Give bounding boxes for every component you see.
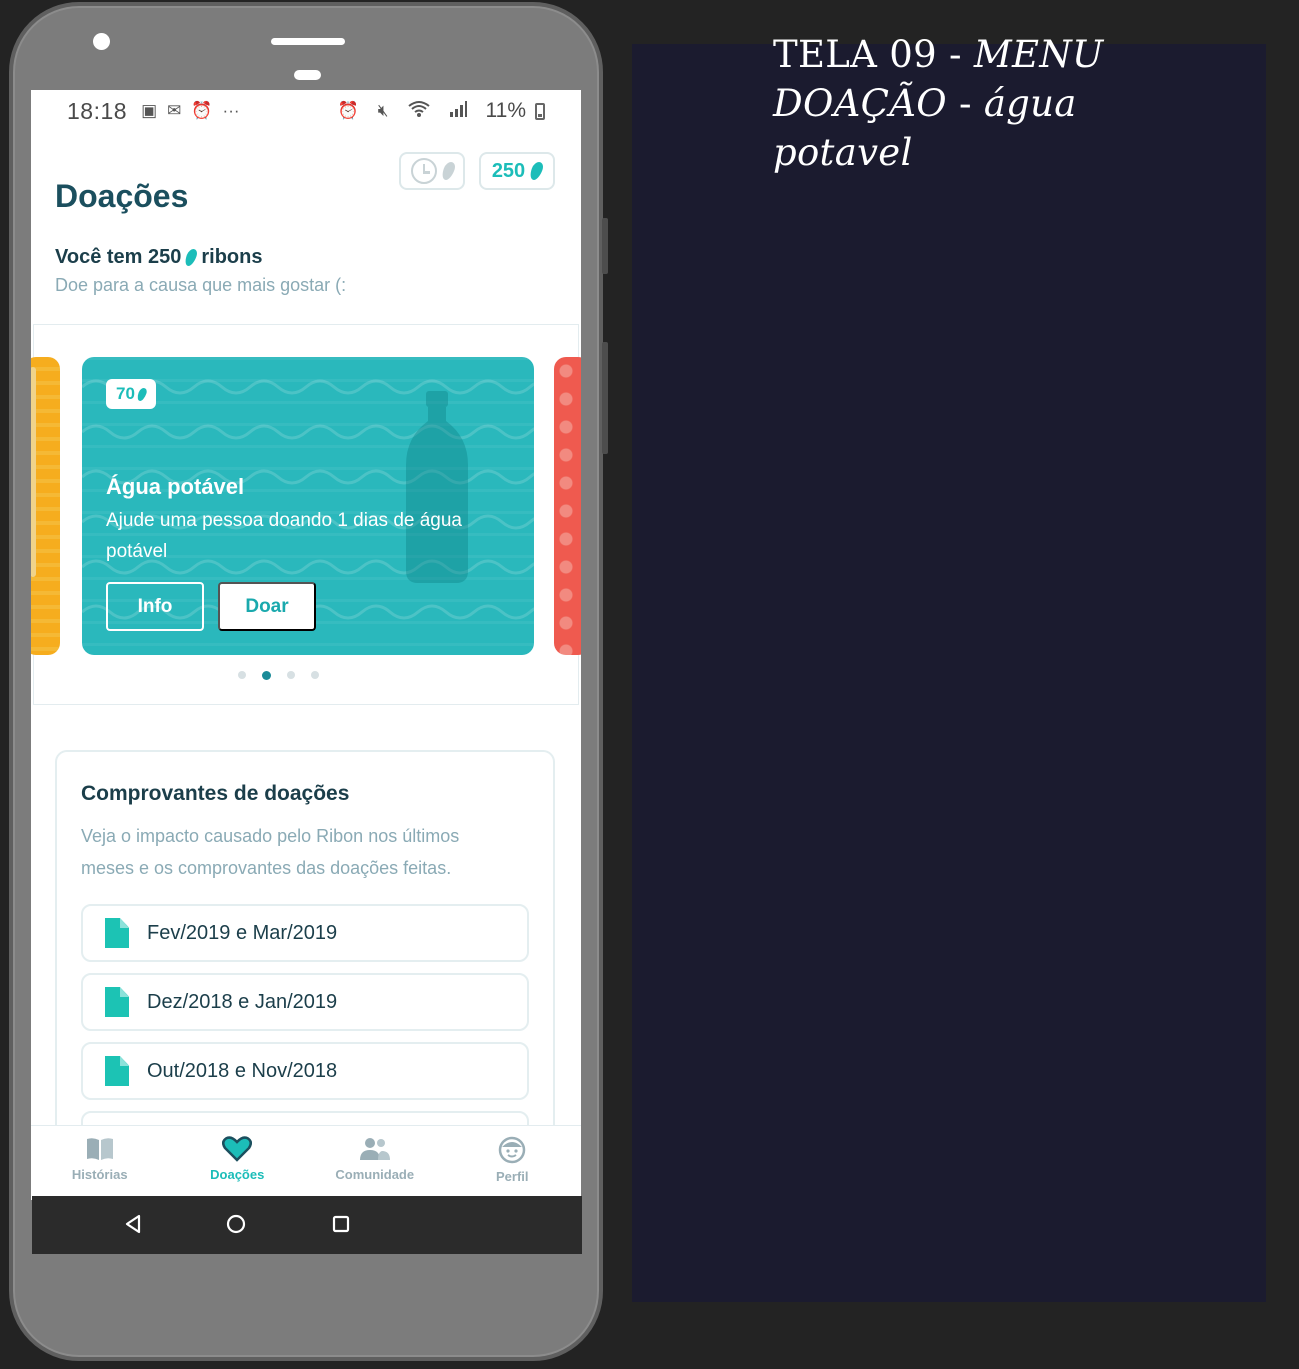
receipts-description: Veja o impacto causado pelo Ribon nos úl… [81, 826, 460, 878]
presentation-panel [632, 44, 1266, 1302]
cause-card-water[interactable]: 70 Água potável Ajude uma pessoa doando … [82, 357, 534, 655]
page-title: Doações [55, 178, 189, 214]
receipts-title: Comprovantes de doações [81, 782, 350, 805]
bottom-navigation: Histórias Doações Comunidade Perfil [31, 1125, 581, 1200]
alarm-icon: ⏰ [191, 101, 213, 120]
mute-icon: 🔇︎ [377, 101, 389, 120]
receipt-period: Fev/2019 e Mar/2019 [147, 921, 338, 944]
page-dot[interactable] [286, 671, 295, 679]
recents-icon[interactable] [332, 1214, 350, 1234]
donate-button[interactable]: Doar [218, 582, 316, 631]
proximity-sensor [294, 70, 321, 80]
page-dot[interactable] [310, 671, 319, 679]
caption-screen-number: TELA 09 - [773, 33, 974, 76]
receipt-item[interactable]: Dez/2018 e Jan/2019 [81, 973, 529, 1031]
earpiece-speaker [271, 38, 345, 45]
power-button [602, 342, 608, 454]
ribbon-icon [135, 387, 149, 401]
ribbon-icon [183, 248, 200, 267]
nav-comunidade[interactable]: Comunidade [306, 1126, 444, 1200]
status-bar: 18:18 ▣ ✉ ⏰ ··· ⏰ 🔇︎ 11% [31, 90, 581, 132]
history-chip[interactable] [399, 152, 465, 190]
front-camera [93, 33, 110, 50]
nav-label: Comunidade [335, 1167, 415, 1182]
gallery-icon: ▣ [141, 101, 158, 120]
receipt-item[interactable]: Fev/2019 e Mar/2019 [81, 904, 529, 962]
caption-menu: MENU [973, 33, 1104, 76]
causes-carousel[interactable]: 70 Água potável Ajude uma pessoa doando … [31, 324, 581, 705]
document-icon [105, 987, 129, 1017]
balance-prefix: Você tem 250 [55, 246, 182, 268]
nav-label: Perfil [495, 1169, 529, 1184]
battery-level: 11% [485, 99, 526, 122]
caption-doacao: DOAÇÃO [773, 82, 947, 125]
balance-suffix: ribons [201, 246, 263, 268]
status-time: 18:18 [67, 97, 128, 124]
page-subtitle: Doe para a causa que mais gostar (: [55, 275, 347, 295]
volume-button [602, 218, 608, 274]
info-button[interactable]: Info [106, 582, 204, 631]
home-icon[interactable] [226, 1214, 246, 1234]
nav-historias[interactable]: Histórias [31, 1126, 169, 1200]
nav-label: Doações [210, 1167, 265, 1182]
people-icon [359, 1138, 390, 1160]
caption-separator: - [946, 82, 984, 125]
receipt-period: Dez/2018 e Jan/2019 [147, 990, 338, 1013]
ribbon-balance: Você tem 250 ribons [55, 246, 263, 269]
carousel-pagination [34, 671, 578, 680]
book-icon [86, 1138, 113, 1160]
receipt-period: Out/2018 e Nov/2018 [147, 1059, 338, 1082]
face-icon [499, 1136, 526, 1164]
clock-icon [410, 158, 437, 184]
app-screen: 18:18 ▣ ✉ ⏰ ··· ⏰ 🔇︎ 11% 250 Doações Voc… [31, 90, 581, 1200]
nav-perfil[interactable]: Perfil [444, 1126, 582, 1200]
points-chip[interactable]: 250 [479, 152, 555, 190]
phone-frame: 18:18 ▣ ✉ ⏰ ··· ⏰ 🔇︎ 11% 250 Doações Voc… [9, 2, 608, 1361]
document-icon [105, 1056, 129, 1086]
receipt-item[interactable]: Out/2018 e Nov/2018 [81, 1042, 529, 1100]
more-notifications-icon: ··· [222, 101, 240, 120]
heart-icon [222, 1136, 253, 1162]
signal-icon [449, 100, 467, 122]
caption-potavel: potavel [773, 131, 913, 174]
system-navigation-bar [32, 1196, 582, 1254]
caption-agua: água [983, 82, 1077, 125]
ribbon-icon [439, 161, 457, 181]
ribbon-icon [528, 161, 546, 181]
alarm-on-icon: ⏰ [337, 101, 359, 120]
previous-cause-card[interactable] [31, 357, 60, 655]
page-dot[interactable] [237, 671, 246, 679]
screen-caption: TELA 09 - MENU DOAÇÃO - água potavel [773, 30, 1173, 177]
next-cause-card[interactable] [554, 357, 581, 655]
points-value: 250 [491, 159, 526, 182]
cost-badge: 70 [106, 379, 156, 409]
cost-value: 70 [116, 384, 135, 403]
document-icon [105, 918, 129, 948]
nav-doacoes[interactable]: Doações [169, 1126, 307, 1200]
back-icon[interactable] [124, 1214, 142, 1234]
cause-title: Água potável [106, 474, 245, 499]
cause-description: Ajude uma pessoa doando 1 dias de água p… [106, 510, 462, 562]
wifi-icon [407, 100, 430, 123]
mail-icon: ✉ [167, 101, 182, 120]
nav-label: Histórias [71, 1167, 128, 1182]
battery-icon [535, 102, 545, 120]
page-dot-active[interactable] [261, 671, 271, 680]
